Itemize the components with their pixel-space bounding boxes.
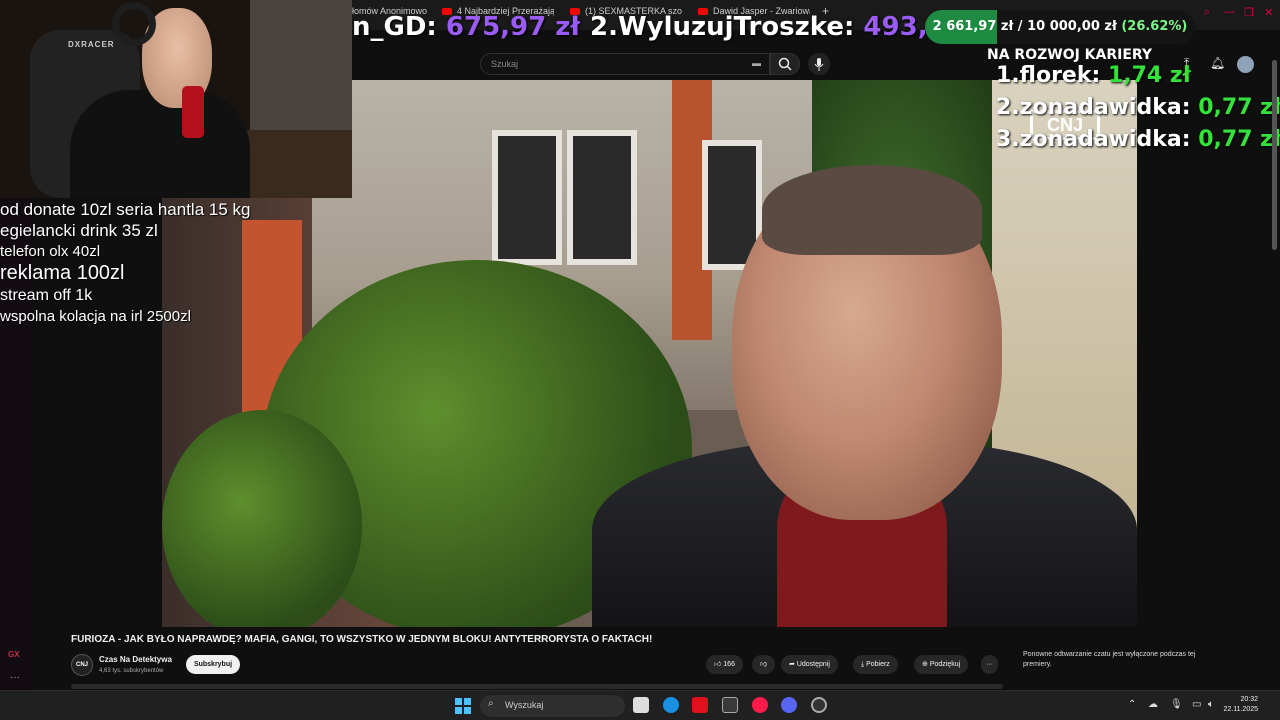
video-scene-hair xyxy=(762,165,982,255)
channel-avatar[interactable]: CNJ xyxy=(71,654,93,676)
goal-label: 2 661,97 zł / 10 000,00 zł (26.62%) xyxy=(925,10,1195,44)
ranking-row: 1.florek: 1,74 zł xyxy=(996,63,1191,88)
download-icon: ⤓ xyxy=(861,661,865,668)
command-item: reklama 100zl xyxy=(0,262,125,284)
subscribe-button[interactable]: Subskrybuj xyxy=(186,655,240,674)
youtube-app-icon[interactable] xyxy=(692,697,708,713)
thanks-button[interactable]: ⊕ Podziękuj xyxy=(914,655,969,674)
more-actions-button[interactable]: ··· xyxy=(981,655,998,674)
keyboard-icon[interactable]: ▬ xyxy=(752,58,761,68)
like-button[interactable]: 👍︎ 166 xyxy=(706,655,743,674)
gx-icon[interactable]: GX xyxy=(8,650,20,659)
chat-disabled-notice: Ponowne odtwarzanie czatu jest wyłączone… xyxy=(1023,651,1196,668)
sidebar-more-icon[interactable]: ··· xyxy=(10,672,20,683)
thumbs-down-icon: 👎︎ xyxy=(760,661,768,668)
voice-search-button[interactable] xyxy=(808,53,830,75)
webcam-feed: DXRACER xyxy=(0,0,352,198)
search-icon xyxy=(778,57,792,71)
volume-icon[interactable]: 🔈︎ xyxy=(1208,699,1214,710)
horizontal-scrollbar[interactable] xyxy=(71,684,1003,689)
ranking-amount: 0,77 zł xyxy=(1198,95,1280,120)
thanks-label: Podziękuj xyxy=(929,661,961,668)
clock-date: 22.11.2025 xyxy=(1223,706,1258,713)
cloud-icon[interactable]: ☁︎ xyxy=(1148,699,1158,710)
donor-amount: 493, xyxy=(863,12,928,42)
network-icon[interactable]: ▭ xyxy=(1192,699,1201,710)
webcam-bottle xyxy=(182,86,204,138)
search-tabs-icon[interactable]: ⌕ xyxy=(1204,6,1210,19)
donor-name: 2.WyluzujTroszke: xyxy=(590,12,864,42)
close-icon[interactable]: ✕ xyxy=(1264,6,1273,19)
discord-icon[interactable] xyxy=(781,697,797,713)
share-button[interactable]: ➦ Udostępnij xyxy=(781,655,838,674)
download-label: Pobierz xyxy=(866,661,890,668)
donor-amount: 675,97 zł xyxy=(445,12,581,42)
tray-chevron-icon[interactable]: ⌃ xyxy=(1128,699,1136,710)
subscriber-count: 4,63 tys. subskrybentów xyxy=(99,668,164,674)
command-item: od donate 10zl seria hantla 15 kg xyxy=(0,200,251,219)
microphone-icon xyxy=(814,58,824,71)
top-donor-1: n_GD: 675,97 zł xyxy=(352,12,580,42)
download-button[interactable]: ⤓ Pobierz xyxy=(853,655,898,674)
ranking-row: 2.zonadawidka: 0,77 zł xyxy=(996,95,1280,120)
ranking-amount: 1,74 zł xyxy=(1107,63,1191,88)
avatar[interactable] xyxy=(1237,56,1254,73)
command-item: telefon olx 40zl xyxy=(0,243,101,260)
clock-time: 20:32 xyxy=(1240,696,1258,703)
ranking-amount: 0,77 zł xyxy=(1198,127,1280,152)
search-button[interactable] xyxy=(770,53,800,75)
video-title: FURIOZA - JAK BYŁO NAPRAWDĘ? MAFIA, GANG… xyxy=(71,634,653,645)
snipping-tool-icon[interactable] xyxy=(722,697,738,713)
maximize-icon[interactable]: ❐ xyxy=(1244,6,1254,19)
webcam-person-body xyxy=(70,90,250,198)
edge-icon[interactable] xyxy=(663,697,679,713)
top-donor-2: 2.WyluzujTroszke: 493, xyxy=(590,12,928,42)
task-view-icon[interactable] xyxy=(633,697,649,713)
share-label: Udostępnij xyxy=(796,661,830,668)
search-placeholder: Szukaj xyxy=(491,59,519,69)
goal-percent: (26.62%) xyxy=(1121,19,1188,34)
career-title: NA ROZWOJ KARIERY xyxy=(987,47,1153,63)
vertical-scrollbar[interactable] xyxy=(1272,60,1277,250)
thumbs-up-icon: 👍︎ xyxy=(714,661,722,668)
command-item: egielancki drink 35 zl xyxy=(0,221,158,240)
channel-name[interactable]: Czas Na Detektywa xyxy=(99,655,172,664)
opera-gx-icon[interactable] xyxy=(752,697,768,713)
headphones xyxy=(112,2,156,46)
notifications-icon[interactable]: 🔔︎ xyxy=(1210,56,1225,70)
search-icon: ⌕ xyxy=(488,698,494,709)
windows-start-icon[interactable] xyxy=(455,698,471,714)
minimize-icon[interactable]: — xyxy=(1224,6,1235,18)
taskbar-search[interactable]: ⌕ Wyszukaj xyxy=(480,695,625,717)
ranking-name: 3.zonadawidka: xyxy=(996,127,1199,152)
goal-target: 10 000,00 zł xyxy=(1027,19,1117,34)
thanks-icon: ⊕ xyxy=(922,661,928,668)
like-count: 166 xyxy=(723,661,735,668)
dislike-button[interactable]: 👎︎ xyxy=(752,655,776,674)
donation-goal-bar: 2 661,97 zł / 10 000,00 zł (26.62%) xyxy=(925,10,1195,44)
ranking-row: 3.zonadawidka: 0,77 zł xyxy=(996,127,1280,152)
search-input[interactable]: Szukaj ▬ xyxy=(480,53,770,75)
obs-icon[interactable] xyxy=(811,697,827,713)
share-icon: ➦ xyxy=(789,661,795,668)
taskbar-clock[interactable]: 20:32 22.11.2025 xyxy=(1223,695,1258,715)
goal-current: 2 661,97 zł xyxy=(932,19,1014,34)
video-scene-bush xyxy=(162,410,362,627)
microphone-icon[interactable]: 🎙︎ xyxy=(1170,699,1183,710)
video-scene-window xyxy=(567,130,637,265)
ranking-name: 2.zonadawidka: xyxy=(996,95,1199,120)
donor-name: n_GD: xyxy=(352,12,446,42)
taskbar-search-placeholder: Wyszukaj xyxy=(505,700,544,710)
command-item: stream off 1k xyxy=(0,287,93,304)
goal-separator: / xyxy=(1013,19,1028,34)
taskbar: ⌕ Wyszukaj ⌃ ☁︎ 🎙︎ ▭ 🔈︎ 20:32 22.11.2025 xyxy=(0,690,1280,720)
screen: CNJ GX ··· łomów Anonimowo 4 Najbardziej… xyxy=(0,0,1280,720)
video-scene-window xyxy=(492,130,562,265)
chair-brand-logo: DXRACER xyxy=(68,40,115,49)
command-item: wspolna kolacja na irl 2500zl xyxy=(0,308,191,325)
ranking-name: 1.florek: xyxy=(996,63,1108,88)
